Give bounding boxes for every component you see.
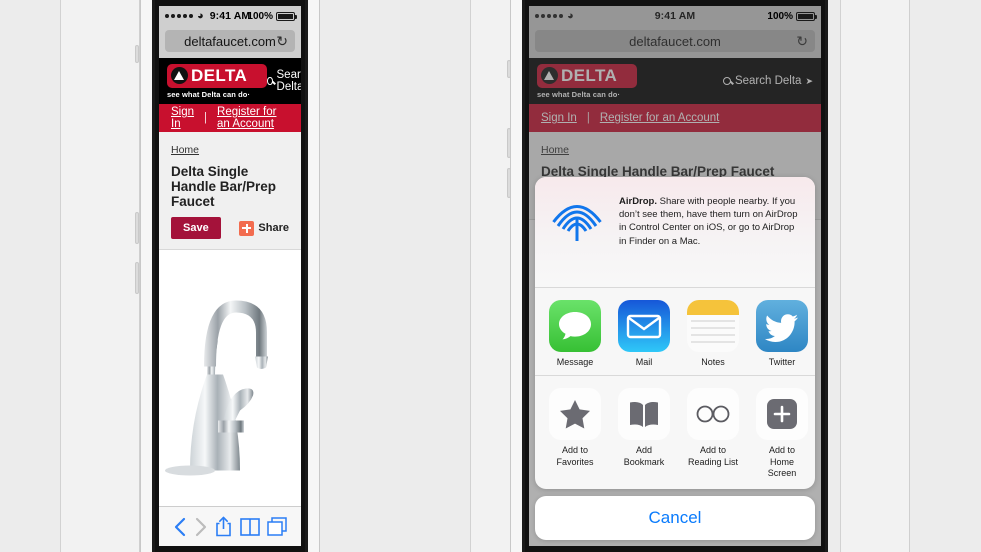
book-icon[interactable]: [240, 517, 260, 536]
phone-left-screen: ◕ 9:41 AM 100% deltafaucet.com ↻ DELTA s…: [159, 6, 301, 546]
volume-up-button: [135, 212, 139, 244]
share-label: Share: [258, 222, 289, 234]
airdrop-title: AirDrop.: [619, 196, 657, 208]
tabs-icon[interactable]: [267, 517, 287, 536]
glasses-icon: [687, 388, 739, 441]
save-button[interactable]: Save: [171, 217, 221, 239]
share-target-message-label: Message: [556, 357, 594, 368]
scene: ◕ 9:41 AM 100% deltafaucet.com ↻ DELTA s…: [0, 0, 981, 552]
background-phone-right: [840, 0, 910, 552]
address-bar[interactable]: deltafaucet.com ↻: [165, 30, 295, 52]
reload-icon[interactable]: ↻: [276, 34, 288, 48]
breadcrumb-home[interactable]: Home: [171, 144, 199, 156]
status-right-2: 100%: [767, 10, 817, 22]
sign-in-link[interactable]: Sign In: [171, 106, 194, 130]
product-title: Delta Single Handle Bar/Prep Faucet: [171, 164, 277, 209]
mute-switch: [135, 45, 139, 63]
action-add-to-favorites[interactable]: Add to Favorites: [549, 388, 601, 479]
product-actions: Save Share: [171, 217, 289, 239]
airdrop-icon: [552, 205, 602, 242]
register-link[interactable]: Register for an Account: [217, 106, 289, 130]
battery-icon: [276, 11, 297, 21]
delta-wordmark: DELTA: [191, 66, 248, 85]
twitter-icon: [756, 300, 808, 353]
phone-right-bezel: ◕ 9:41 AM 100% deltafaucet.com ↻ DELTA s…: [522, 0, 828, 552]
phone-right-screen: ◕ 9:41 AM 100% deltafaucet.com ↻ DELTA s…: [529, 6, 821, 546]
share-up-arrow-icon[interactable]: [215, 516, 232, 537]
share-target-message[interactable]: Message: [549, 300, 601, 367]
share-target-mail[interactable]: Mail: [618, 300, 670, 367]
share-action-row: Add to Favorites Add Bookmark Add to Rea…: [535, 376, 815, 489]
share-sheet-card: AirDrop. Share with people nearby. If yo…: [535, 177, 815, 489]
delta-triangle-icon: [171, 67, 188, 84]
share-target-twitter[interactable]: Twitter: [756, 300, 808, 367]
share-target-twitter-label: Twitter: [768, 357, 796, 368]
action-add-bookmark[interactable]: Add Bookmark: [618, 388, 670, 479]
status-bar: ◕ 9:41 AM 100%: [159, 6, 301, 26]
background-phone-left: [60, 0, 140, 552]
action-add-to-favorites-label: Add to Favorites: [556, 445, 594, 467]
action-add-to-reading-list[interactable]: Add to Reading List: [687, 388, 739, 479]
action-add-to-home-screen[interactable]: Add to Home Screen: [756, 388, 808, 479]
mail-icon: [618, 300, 670, 353]
back-button[interactable]: [173, 517, 187, 537]
share-sheet: AirDrop. Share with people nearby. If yo…: [535, 177, 815, 540]
star-icon: [549, 388, 601, 441]
action-add-bookmark-label: Add Bookmark: [623, 445, 665, 467]
messages-icon: [549, 300, 601, 353]
action-add-to-reading-list-label: Add to Reading List: [687, 445, 739, 467]
battery-percent: 100%: [247, 10, 273, 22]
airdrop-section[interactable]: AirDrop. Share with people nearby. If yo…: [535, 177, 815, 288]
search-delta-button[interactable]: Search Delta ➤: [267, 69, 301, 93]
product-header: Home Delta Single Handle Bar/Prep Faucet…: [159, 132, 301, 250]
address-bar-url: deltafaucet.com: [184, 33, 276, 49]
share-app-row: Message Mail Notes Twitter: [535, 288, 815, 375]
delta-tagline: see what Delta can do·: [167, 89, 251, 99]
action-add-to-home-screen-label: Add to Home Screen: [767, 445, 797, 478]
browser-chrome: deltafaucet.com ↻: [159, 26, 301, 58]
faucet-illustration: [165, 300, 268, 476]
delta-logo[interactable]: DELTA see what Delta can do·: [167, 63, 267, 99]
notes-icon: [687, 300, 739, 353]
status-right: 100%: [247, 10, 297, 22]
phone-left-bezel: ◕ 9:41 AM 100% deltafaucet.com ↻ DELTA s…: [152, 0, 308, 552]
site-header: DELTA see what Delta can do· Search Delt…: [159, 58, 301, 104]
account-separator: |: [204, 112, 208, 124]
addthis-plus-icon: [239, 220, 255, 236]
share-target-notes[interactable]: Notes: [687, 300, 739, 367]
magnifier-icon: [267, 77, 273, 85]
cancel-button[interactable]: Cancel: [535, 496, 815, 540]
share-target-notes-label: Notes: [701, 357, 725, 368]
share-button[interactable]: Share: [239, 220, 289, 236]
account-bar: Sign In | Register for an Account: [159, 104, 301, 132]
safari-toolbar: [159, 506, 301, 546]
plus-square-icon: [756, 388, 808, 441]
airdrop-text: AirDrop. Share with people nearby. If yo…: [619, 191, 802, 271]
volume-down-button: [135, 262, 139, 294]
forward-button[interactable]: [194, 517, 208, 537]
share-target-mail-label: Mail: [635, 357, 653, 368]
battery-percent-2: 100%: [767, 10, 793, 22]
battery-icon-2: [796, 11, 817, 21]
search-delta-label: Search Delta: [276, 69, 301, 93]
product-image: [159, 250, 301, 506]
book-open-icon: [618, 388, 670, 441]
